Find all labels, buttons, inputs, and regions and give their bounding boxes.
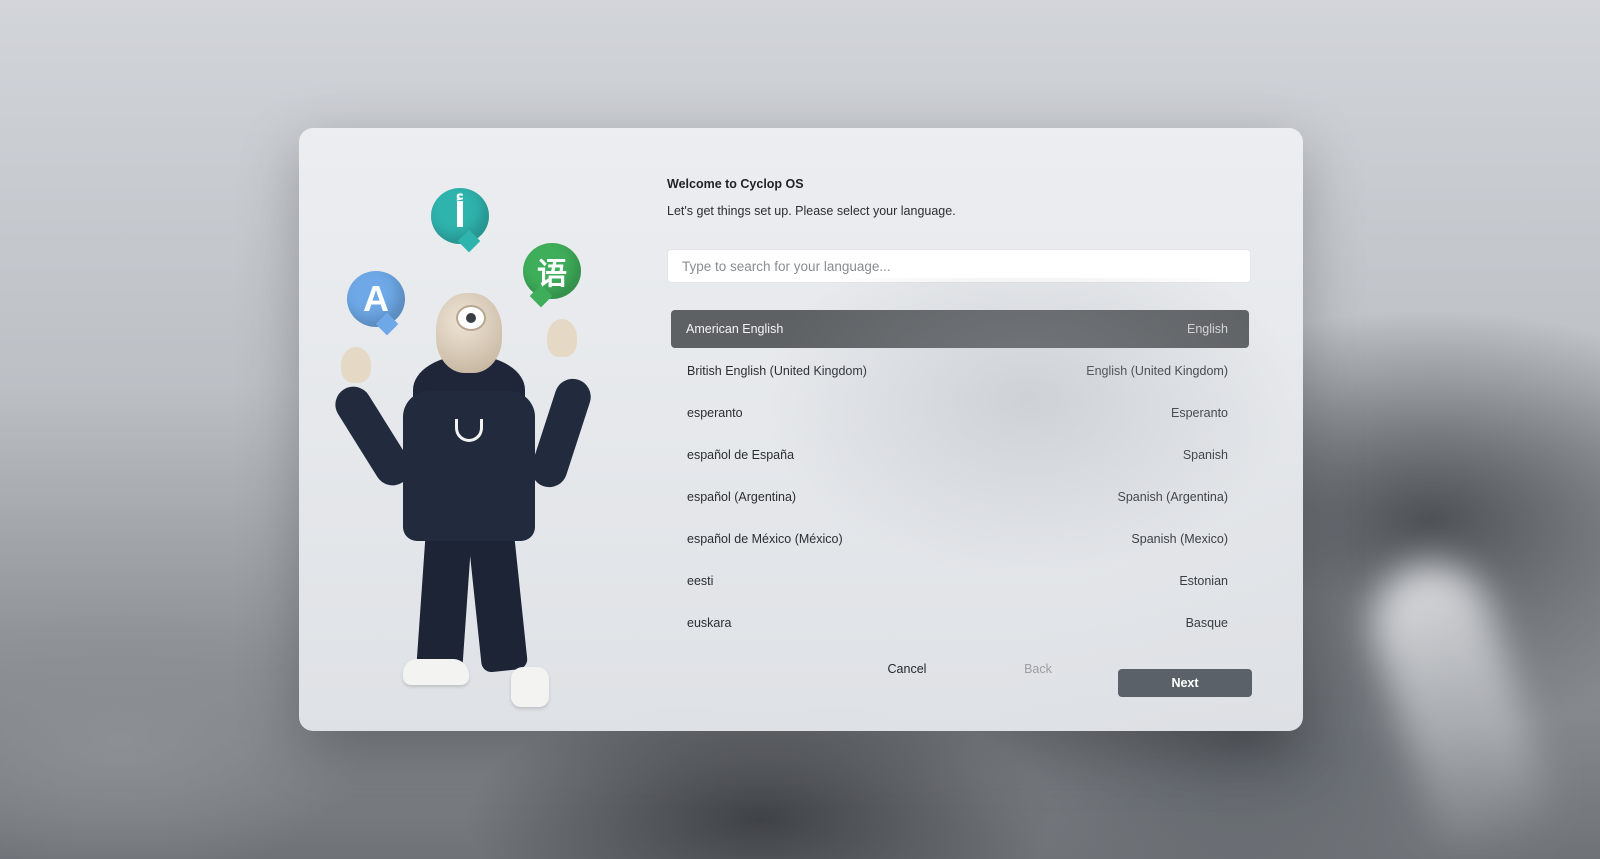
- language-english-name: Spanish: [1182, 448, 1228, 462]
- language-search-input[interactable]: [667, 249, 1251, 283]
- language-english-name: Spanish (Mexico): [1131, 532, 1228, 546]
- speech-bubble-arabic-icon: أ: [431, 188, 489, 253]
- cancel-button[interactable]: Cancel: [872, 655, 942, 683]
- language-native-name: español de España: [687, 448, 795, 462]
- mascot-eye: [456, 305, 486, 331]
- dialog-title: Welcome to Cyclop OS: [667, 177, 804, 191]
- dialog-subtitle: Let's get things set up. Please select y…: [667, 204, 956, 218]
- language-row-estonian[interactable]: eesti Estonian: [671, 562, 1249, 600]
- hoodie-logo-icon: [455, 419, 483, 442]
- back-button[interactable]: Back: [1008, 655, 1068, 683]
- language-english-name: Esperanto: [1171, 406, 1228, 420]
- language-row-spanish-argentina[interactable]: español (Argentina) Spanish (Argentina): [671, 478, 1249, 516]
- language-english-name: English: [1187, 322, 1228, 336]
- language-row-american-english[interactable]: American English English: [671, 310, 1249, 348]
- language-native-name: British English (United Kingdom): [687, 364, 867, 378]
- cyclops-mascot: [328, 283, 599, 707]
- setup-dialog: A أ 语 Welcome to Cyclop OS Let's get thi…: [299, 128, 1303, 731]
- mascot-illustration: A أ 语: [328, 183, 599, 707]
- language-native-name: esperanto: [687, 406, 743, 420]
- language-native-name: español de México (México): [687, 532, 843, 546]
- language-list: American English English British English…: [671, 310, 1249, 646]
- desktop-background: A أ 语 Welcome to Cyclop OS Let's get thi…: [0, 0, 1600, 859]
- language-row-spanish-mexico[interactable]: español de México (México) Spanish (Mexi…: [671, 520, 1249, 558]
- language-english-name: English (United Kingdom): [1086, 364, 1228, 378]
- language-english-name: Spanish (Argentina): [1117, 490, 1228, 504]
- language-native-name: American English: [686, 322, 784, 336]
- background-decoration: [1356, 548, 1564, 859]
- language-row-british-english[interactable]: British English (United Kingdom) English…: [671, 352, 1249, 390]
- language-english-name: Estonian: [1179, 574, 1228, 588]
- language-panel: Welcome to Cyclop OS Let's get things se…: [667, 176, 1253, 716]
- language-english-name: Basque: [1185, 616, 1228, 630]
- language-row-basque[interactable]: euskara Basque: [671, 604, 1249, 642]
- language-native-name: euskara: [687, 616, 732, 630]
- language-row-spanish-spain[interactable]: español de España Spanish: [671, 436, 1249, 474]
- language-native-name: español (Argentina): [687, 490, 797, 504]
- language-native-name: eesti: [687, 574, 714, 588]
- next-button[interactable]: Next: [1118, 669, 1252, 697]
- language-row-esperanto[interactable]: esperanto Esperanto: [671, 394, 1249, 432]
